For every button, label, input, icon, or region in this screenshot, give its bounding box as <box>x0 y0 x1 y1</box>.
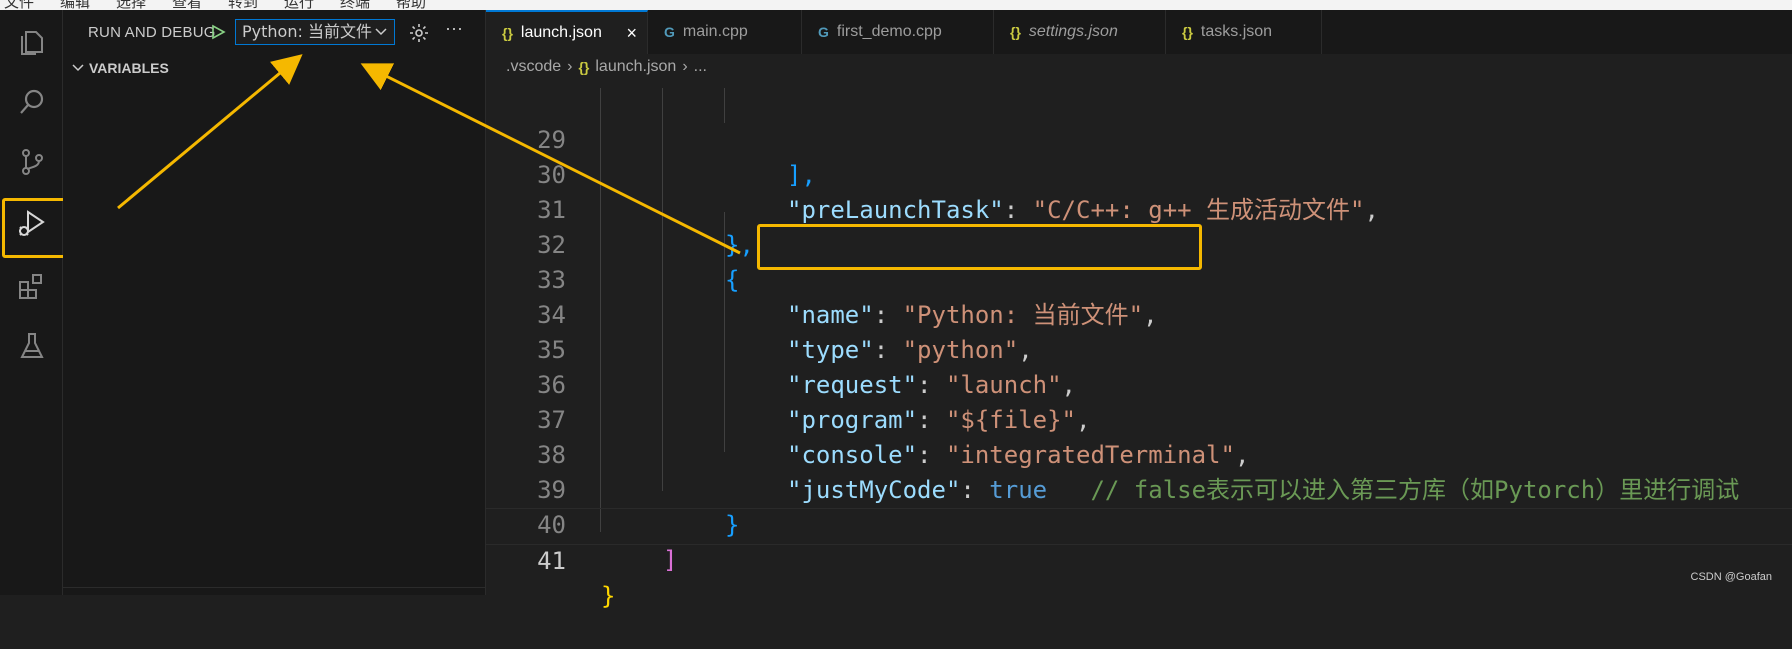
tab-first-demo-cpp[interactable]: G first_demo.cpp <box>802 10 994 54</box>
code-line-current: 41 } <box>486 508 1792 610</box>
breadcrumb-rest[interactable]: ... <box>694 58 707 76</box>
tab-label: launch.json <box>520 24 602 41</box>
tab-launch-json[interactable]: {} launch.json × <box>486 10 648 54</box>
debug-config-value: Python: 当前文件 <box>242 22 372 41</box>
watch-section-header[interactable]: WATCH <box>83 588 130 598</box>
tab-label: first_demo.cpp <box>836 23 942 40</box>
activity-bar <box>0 10 63 595</box>
tab-settings-json[interactable]: {} settings.json <box>994 10 1166 54</box>
extensions-icon[interactable] <box>14 268 50 304</box>
tab-label: main.cpp <box>682 23 748 40</box>
tab-main-cpp[interactable]: G main.cpp <box>648 10 802 54</box>
play-icon <box>212 24 226 40</box>
menu-help[interactable]: 帮助 <box>396 0 426 10</box>
menubar: 文件 编辑 选择 查看 转到 运行 终端 帮助 <box>0 0 1792 10</box>
tab-label: settings.json <box>1028 23 1118 40</box>
cpp-icon: G <box>664 24 675 40</box>
tab-bar: {} launch.json × G main.cpp G first_demo… <box>486 10 1792 54</box>
json-icon: {} <box>1182 24 1193 40</box>
line-number: 41 <box>537 547 566 575</box>
menu-view[interactable]: 查看 <box>172 0 202 10</box>
editor-area: {} launch.json × G main.cpp G first_demo… <box>486 10 1792 610</box>
variables-section-header[interactable]: VARIABLES <box>71 60 169 76</box>
search-icon[interactable] <box>14 84 50 120</box>
json-icon: {} <box>578 59 590 75</box>
tab-tasks-json[interactable]: {} tasks.json <box>1166 10 1322 54</box>
watermark: CSDN @Goafan <box>1690 571 1772 583</box>
menu-terminal[interactable]: 终端 <box>340 0 370 10</box>
cpp-icon: G <box>818 24 829 40</box>
menu-selection[interactable]: 选择 <box>116 0 146 10</box>
testing-icon[interactable] <box>14 328 50 364</box>
menu-edit[interactable]: 编辑 <box>60 0 90 10</box>
code-line: 30 "preLaunchTask": "C/C++: g++ 生成活动文件", <box>486 123 1792 224</box>
name-line-highlight-box <box>757 224 1202 270</box>
menu-goto[interactable]: 转到 <box>228 0 258 10</box>
code-line: 38 "justMyCode": true // false表示可以进入第三方库… <box>486 403 1792 504</box>
json-icon: {} <box>502 25 513 41</box>
code-line: 39 } <box>486 438 1792 539</box>
chevron-right-icon: › <box>682 58 688 75</box>
chevron-down-icon <box>72 64 84 72</box>
breadcrumb: .vscode › {} launch.json › ... <box>506 58 707 76</box>
code-line: 31 }, <box>486 158 1792 259</box>
debug-config-select[interactable]: Python: 当前文件 <box>235 19 395 45</box>
code-line: 37 "console": "integratedTerminal", <box>486 368 1792 469</box>
chevron-down-icon <box>374 20 388 51</box>
code-line: 35 "request": "launch", <box>486 298 1792 399</box>
start-debugging-button[interactable] <box>206 20 230 44</box>
code-editor[interactable]: 29 ], 30 "preLaunchTask": "C/C++: g++ 生成… <box>486 88 1792 610</box>
code-line: 36 "program": "${file}", <box>486 333 1792 434</box>
code-line: 40 ] <box>486 473 1792 574</box>
gear-icon[interactable] <box>408 22 430 44</box>
code-text: ] <box>663 546 678 574</box>
breadcrumb-folder[interactable]: .vscode <box>506 58 561 76</box>
json-icon: {} <box>1010 24 1021 40</box>
source-control-icon[interactable] <box>14 144 50 180</box>
code-line: 29 ], <box>486 88 1792 189</box>
close-icon[interactable]: × <box>626 23 637 44</box>
menu-run[interactable]: 运行 <box>284 0 314 10</box>
code-text: } <box>601 582 616 610</box>
run-debug-sidebar: RUN AND DEBUG Python: 当前文件 ··· VARIABLES… <box>63 10 486 598</box>
code-line: 32 { <box>486 193 1792 294</box>
menu-file[interactable]: 文件 <box>4 0 34 10</box>
explorer-icon[interactable] <box>14 24 50 60</box>
chevron-right-icon: › <box>567 58 573 75</box>
sidebar-title: RUN AND DEBUG <box>88 24 216 41</box>
breadcrumb-file[interactable]: launch.json <box>595 58 676 76</box>
variables-label: VARIABLES <box>89 60 169 76</box>
tab-label: tasks.json <box>1200 23 1273 40</box>
more-actions-icon[interactable]: ··· <box>445 18 463 39</box>
